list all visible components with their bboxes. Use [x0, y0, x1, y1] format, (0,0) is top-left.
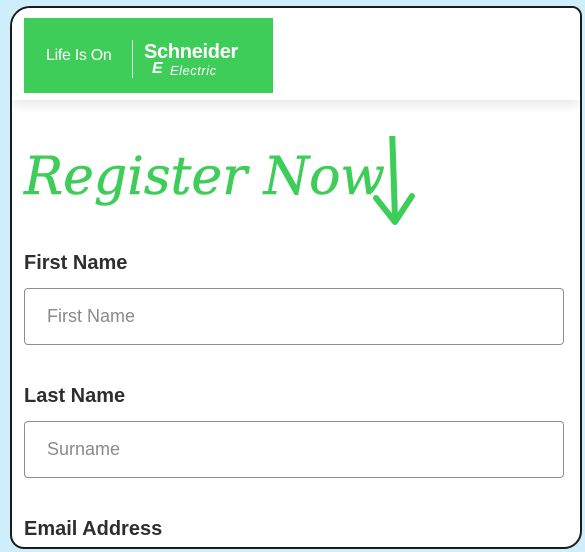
- headline-text: Register Now: [23, 147, 385, 207]
- first-name-input[interactable]: [24, 288, 564, 345]
- register-now-headline: Register Now: [12, 136, 442, 246]
- first-name-label: First Name: [24, 252, 128, 274]
- logo-brand-sub: Electric: [170, 63, 217, 78]
- register-now-graphic: Register Now: [23, 136, 415, 225]
- email-address-label: Email Address: [24, 518, 163, 540]
- last-name-label: Last Name: [24, 385, 126, 407]
- logo-brand-mark: E: [152, 60, 163, 77]
- site-header: Life Is On Schneider E Electric: [12, 8, 580, 100]
- logo-divider: [132, 40, 133, 78]
- registration-card: Life Is On Schneider E Electric Register…: [10, 6, 582, 549]
- schneider-electric-logo[interactable]: Life Is On Schneider E Electric: [24, 18, 273, 93]
- logo-tagline: Life Is On: [46, 47, 112, 64]
- last-name-input[interactable]: [24, 421, 564, 478]
